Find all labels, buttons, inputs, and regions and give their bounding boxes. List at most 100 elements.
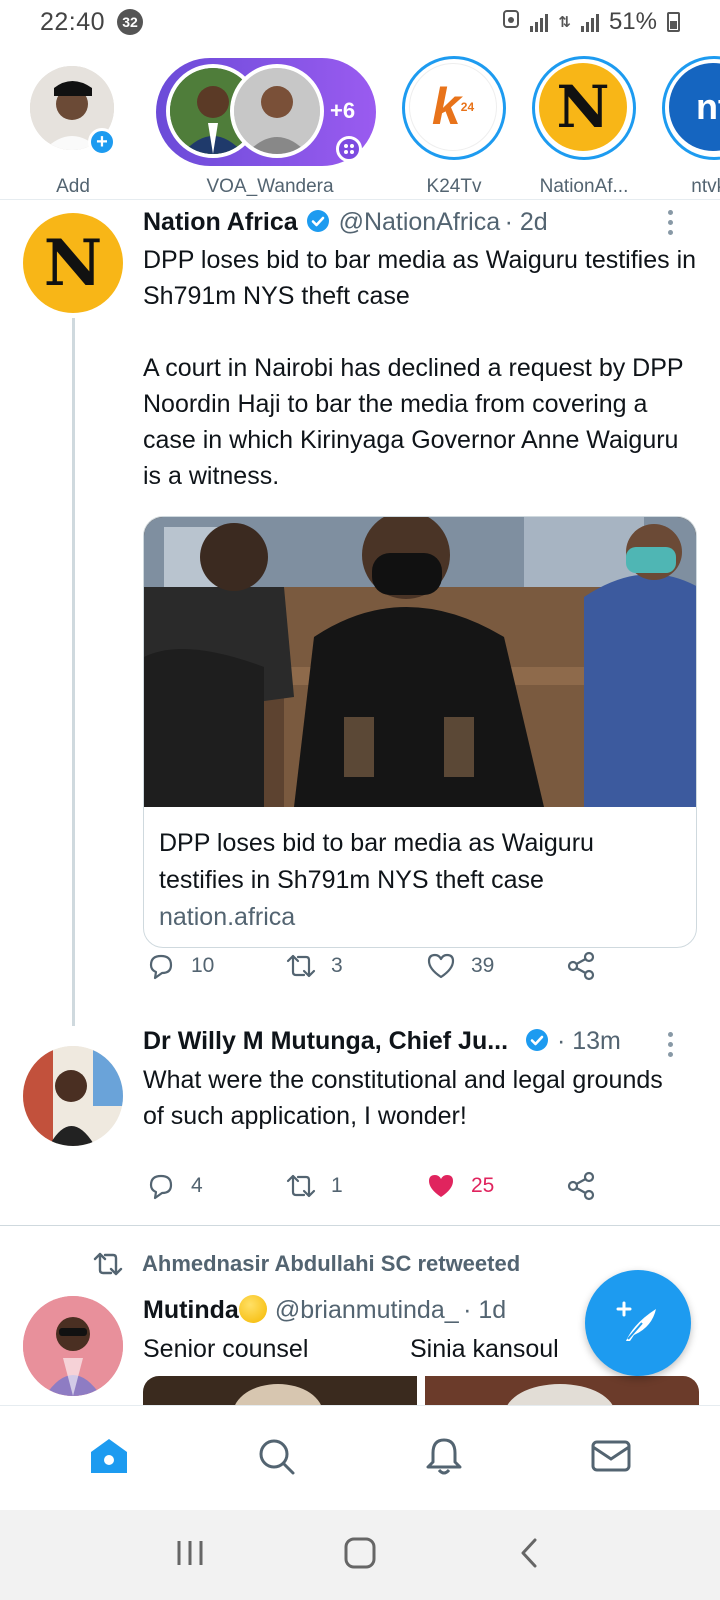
nav-search[interactable] [255,1435,297,1482]
compose-feather-icon [616,1301,656,1341]
like-button[interactable]: 25 [425,1170,565,1202]
tweet-actions: 4 1 25 [145,1170,597,1202]
avatar[interactable] [23,1046,123,1146]
like-count: 25 [471,1174,495,1197]
compose-tweet-button[interactable] [585,1270,691,1376]
data-arrows-icon: ⇅ [558,14,571,31]
tweet-text-left: Senior counsel [143,1335,309,1363]
card-image[interactable] [144,517,696,807]
battery-icon [667,12,680,32]
tweet-nation-africa[interactable]: N Nation Africa @NationAfrica · 2d DPP l… [0,200,720,1030]
verified-icon [307,210,330,232]
k24-logo-sup: 24 [460,100,475,114]
add-fleet-icon: + [88,128,116,156]
recents-button[interactable] [173,1536,207,1575]
avatar[interactable] [23,1296,123,1396]
status-time: 22:40 [40,7,106,36]
home-system-button[interactable] [343,1536,377,1575]
retweet-button[interactable]: 3 [285,950,425,982]
fleets-row: + Add +6 VOA_Wandera k 24 K24Tv N Nation… [0,44,720,200]
retweet-count: 1 [331,1174,343,1197]
author-name[interactable]: Dr Willy M Mutunga, Chief Ju... [143,1027,508,1055]
home-square-icon [344,1537,376,1568]
tweet-header: Dr Willy M Mutunga, Chief Ju... · 13m [143,1027,621,1056]
fleet-k24tv[interactable]: k 24 K24Tv [402,56,506,197]
fleet-add[interactable]: + Add [30,56,116,197]
bottom-nav [0,1405,720,1510]
back-button[interactable] [513,1536,547,1575]
nav-notifications[interactable] [423,1435,465,1482]
tweet-text: What were the constitutional and legal g… [143,1066,663,1130]
fleet-label: NationAf... [539,176,629,197]
like-count: 39 [471,954,495,977]
reply-button[interactable]: 4 [145,1170,285,1202]
system-nav-bar [0,1510,720,1600]
emoji-icon [238,1295,267,1323]
tweet-actions: 10 3 39 [145,950,597,982]
nav-home[interactable] [88,1435,130,1482]
fleet-ntvke[interactable]: nt ntvke [662,56,720,197]
media-image-1[interactable] [143,1376,417,1406]
retweet-icon [93,1252,123,1276]
like-button[interactable]: 39 [425,950,565,982]
notification-count-badge: 32 [117,9,144,35]
tweet-header: Mutinda @brianmutinda_ · 1d [143,1295,506,1325]
reply-button[interactable]: 10 [145,950,285,982]
card-title: DPP loses bid to bar media as Waiguru te… [159,829,594,894]
k24-logo: k [431,78,461,136]
retweet-count: 3 [331,954,343,977]
tweet-time: · 1d [463,1296,507,1324]
author-name[interactable]: Mutinda [143,1296,239,1324]
ntv-logo: nt [696,86,720,127]
share-icon [567,951,595,981]
retweet-button[interactable]: 1 [285,1170,425,1202]
thread-line [72,318,75,1026]
bell-icon [426,1438,462,1474]
more-options-icon[interactable] [668,210,674,240]
fleet-label: ntvke [691,176,720,197]
nav-messages[interactable] [590,1435,632,1482]
fleet-label: K24Tv [426,176,482,197]
author-name[interactable]: Nation Africa [143,208,298,236]
tweet-header: Nation Africa @NationAfrica · 2d [143,208,548,237]
nation-logo: N [43,225,103,301]
retweet-context: Ahmednasir Abdullahi SC retweeted [92,1248,520,1280]
reply-icon [149,954,173,980]
author-handle[interactable]: @NationAfrica [339,208,501,236]
retweeted-by[interactable]: Ahmednasir Abdullahi SC retweeted [142,1251,520,1277]
retweet-icon [286,1174,316,1198]
card-domain: nation.africa [159,903,296,931]
tweet-text-right: Sinia kansoul [410,1335,559,1363]
mail-icon [591,1440,631,1471]
avatar[interactable]: N [23,213,123,313]
heart-icon [427,953,455,979]
signal-icon-2 [580,12,599,32]
share-icon [567,1171,595,1201]
tweet-headline: DPP loses bid to bar media as Waiguru te… [143,246,697,310]
back-icon [521,1538,537,1567]
status-bar: 22:40 32 ⇅ 51% [0,0,720,44]
search-icon [259,1439,295,1474]
link-card[interactable]: DPP loses bid to bar media as Waiguru te… [143,516,697,948]
tweet-time: · 13m [556,1027,621,1055]
heart-filled-icon [429,1175,453,1197]
fleet-extra-count: +6 [330,98,356,123]
tweet-time: · 2d [504,208,548,236]
home-icon [90,1438,127,1473]
share-button[interactable] [565,1170,597,1202]
tweet-willy-mutunga[interactable]: Dr Willy M Mutunga, Chief Ju... · 13m Wh… [0,1027,720,1220]
reply-icon [149,1174,173,1200]
verified-icon [525,1029,548,1051]
share-button[interactable] [565,950,597,982]
battery-percent: 51% [608,8,657,35]
fleet-label: Add [56,176,90,197]
avatar: N [539,63,627,151]
recycle-icon [502,8,520,36]
signal-icon [530,12,549,32]
avatar [230,64,324,158]
media-image-2[interactable] [425,1376,699,1406]
recents-icon [177,1540,203,1565]
author-handle[interactable]: @brianmutinda_ [275,1296,459,1324]
more-options-icon[interactable] [668,1032,674,1062]
fleet-nationafrica[interactable]: N NationAf... [532,56,636,197]
